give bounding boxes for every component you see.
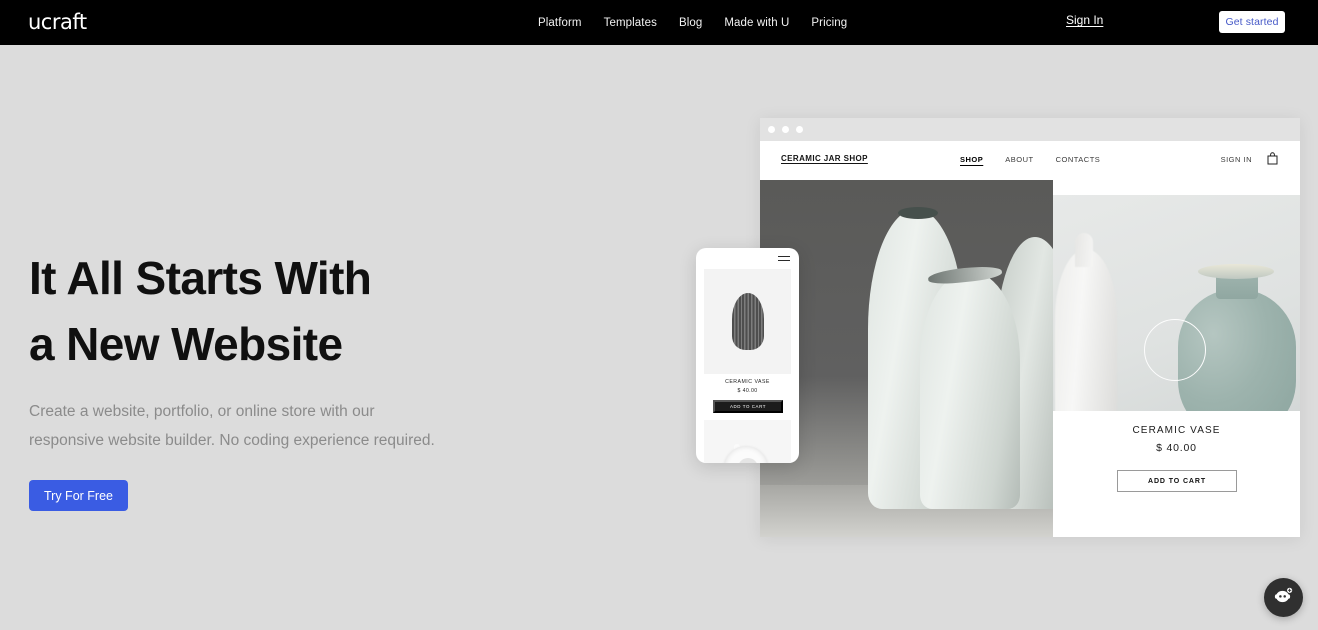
ucraft-logo[interactable]: ucraft [28, 11, 87, 33]
product-photo-ceramic-bottles [760, 180, 1053, 537]
nav-item-made-with-u[interactable]: Made with U [724, 17, 789, 29]
ceramic-bottle-front [920, 271, 1020, 509]
mock-site-header: CERAMIC JAR SHOP SHOP ABOUT CONTACTS SIG… [760, 141, 1300, 180]
green-vase-rim-shape [1198, 264, 1274, 279]
product-detail-panel: CERAMIC VASE $ 40.00 ADD TO CART [1053, 180, 1300, 537]
headline-line-1: It All Starts With [29, 252, 372, 304]
product-title: CERAMIC VASE [1132, 425, 1221, 436]
mock-nav-contacts[interactable]: CONTACTS [1056, 155, 1101, 164]
browser-mockup: CERAMIC JAR SHOP SHOP ABOUT CONTACTS SIG… [760, 118, 1300, 537]
nav-item-blog[interactable]: Blog [679, 17, 702, 29]
phone-product-photo-ribbed-vase [704, 269, 791, 374]
main-nav-links: Platform Templates Blog Made with U Pric… [538, 0, 847, 45]
nav-item-templates[interactable]: Templates [604, 17, 657, 29]
white-vase-shape [1055, 233, 1117, 411]
nav-item-pricing[interactable]: Pricing [811, 17, 847, 29]
window-close-dot [768, 126, 775, 133]
mock-nav-shop[interactable]: SHOP [960, 155, 983, 164]
try-for-free-button[interactable]: Try For Free [29, 480, 128, 511]
chat-widget-button[interactable] [1264, 578, 1303, 617]
product-photo-vases [1053, 195, 1300, 411]
browser-title-bar [760, 118, 1300, 141]
shopping-bag-icon[interactable] [1267, 152, 1278, 170]
hamburger-menu-icon[interactable] [778, 256, 790, 264]
sign-in-link[interactable]: Sign In [1066, 13, 1103, 27]
nav-item-platform[interactable]: Platform [538, 17, 582, 29]
phone-add-to-cart-button[interactable]: ADD TO CART [713, 400, 783, 413]
headline-line-2: a New Website [29, 318, 343, 370]
phone-product-price: $ 40.00 [737, 388, 758, 394]
page-title: It All Starts With a New Website [29, 245, 499, 377]
mock-site-body: CERAMIC VASE $ 40.00 ADD TO CART [760, 180, 1300, 537]
image-zoom-circle-overlay[interactable] [1144, 319, 1206, 381]
mock-nav-about[interactable]: ABOUT [1005, 155, 1033, 164]
mock-site-nav: SHOP ABOUT CONTACTS [960, 155, 1100, 164]
phone-mockup: CERAMIC VASE $ 40.00 ADD TO CART [696, 248, 799, 463]
hero-subtitle: Create a website, portfolio, or online s… [29, 403, 435, 449]
window-minimize-dot [782, 126, 789, 133]
mock-sign-in-link[interactable]: SIGN IN [1221, 155, 1252, 164]
phone-site-header [696, 248, 799, 269]
top-navigation-bar: ucraft Platform Templates Blog Made with… [0, 0, 1318, 45]
mock-website: CERAMIC JAR SHOP SHOP ABOUT CONTACTS SIG… [760, 141, 1300, 537]
ribbed-vase-shape [731, 293, 764, 350]
get-started-button[interactable]: Get started [1219, 11, 1285, 33]
phone-product-photo-donut-vase [704, 420, 791, 463]
mock-site-brand[interactable]: CERAMIC JAR SHOP [781, 154, 868, 163]
window-maximize-dot [796, 126, 803, 133]
add-to-cart-button[interactable]: ADD TO CART [1117, 470, 1237, 492]
hero-section: It All Starts With a New Website Create … [29, 245, 499, 511]
phone-product-title: CERAMIC VASE [725, 379, 770, 385]
product-price: $ 40.00 [1156, 442, 1197, 454]
chat-bot-icon [1273, 586, 1295, 610]
